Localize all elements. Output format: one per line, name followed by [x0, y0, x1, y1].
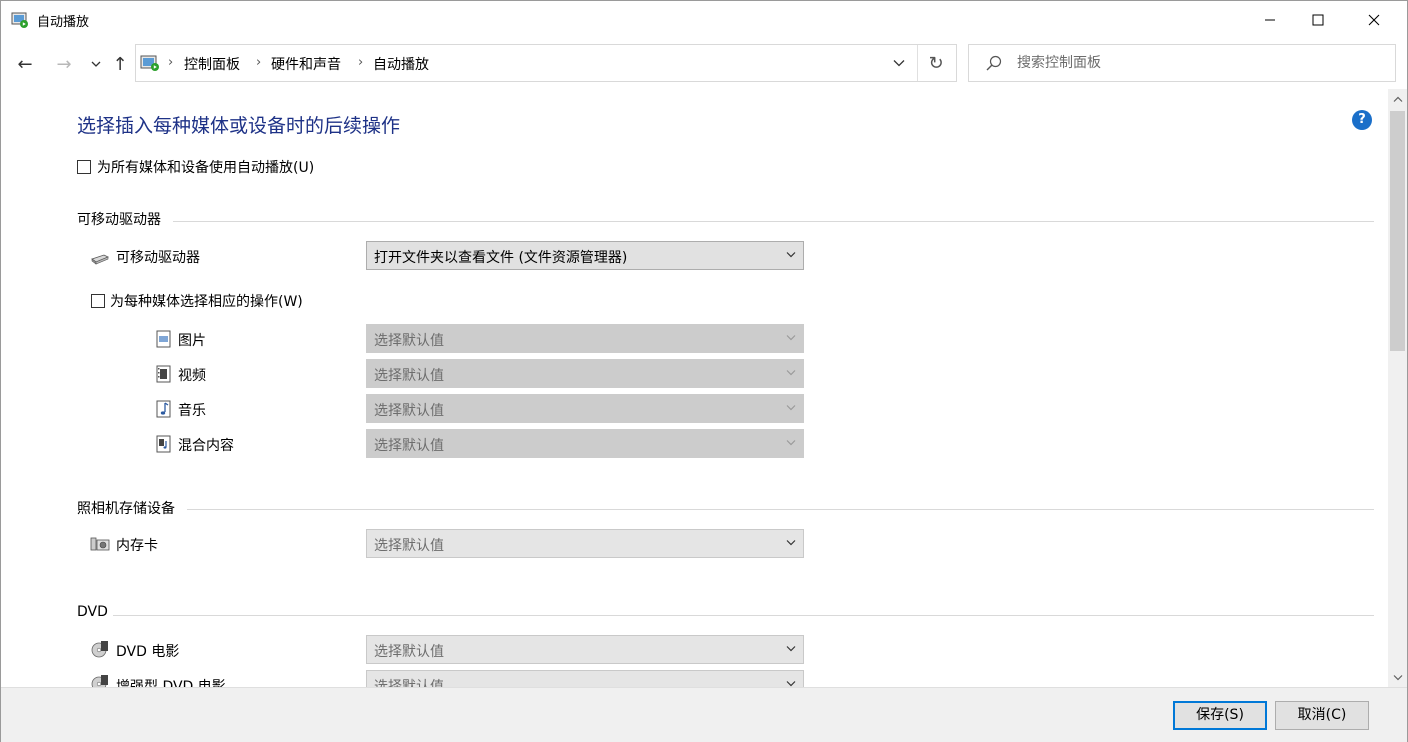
- dvd-icon: [91, 641, 108, 658]
- chevron-down-icon: [786, 370, 796, 376]
- page-title: 选择插入每种媒体或设备时的后续操作: [77, 115, 401, 137]
- help-icon[interactable]: ?: [1352, 110, 1372, 130]
- picture-icon: [156, 330, 171, 348]
- vertical-scrollbar[interactable]: [1388, 89, 1407, 687]
- section-divider: [187, 509, 1374, 510]
- maximize-button[interactable]: [1295, 1, 1341, 39]
- removable-drive-action-value: 打开文件夹以查看文件 (文件资源管理器): [374, 250, 628, 266]
- back-button[interactable]: ←: [14, 53, 36, 75]
- chevron-up-icon: [1393, 96, 1402, 102]
- memory-card-action-select[interactable]: 选择默认值: [366, 529, 804, 558]
- breadcrumb-separator: ›: [168, 55, 174, 70]
- mixed-content-action-value: 选择默认值: [374, 438, 444, 454]
- per-media-checkbox[interactable]: [91, 294, 105, 308]
- video-icon: [156, 365, 171, 383]
- navigation-bar: ← → ↑ › 控制面板 › 硬件和声音 › 自动播放 ↻ 搜索控制面板: [1, 39, 1407, 89]
- close-button[interactable]: [1351, 1, 1397, 39]
- chevron-down-icon: [786, 540, 796, 546]
- section-heading-dvd: DVD: [77, 604, 108, 620]
- media-label-videos: 视频: [178, 368, 206, 384]
- cancel-button[interactable]: 取消(C): [1275, 701, 1369, 730]
- enhanced-dvd-movie-action-value: 选择默认值: [374, 679, 444, 687]
- section-heading-removable: 可移动驱动器: [77, 212, 161, 228]
- videos-action-value: 选择默认值: [374, 368, 444, 384]
- music-icon: [156, 400, 171, 418]
- enhanced-dvd-movie-label: 增强型 DVD 电影: [116, 679, 226, 687]
- removable-drive-action-select[interactable]: 打开文件夹以查看文件 (文件资源管理器): [366, 241, 804, 270]
- section-heading-camera: 照相机存储设备: [77, 501, 175, 517]
- breadcrumb-separator: ›: [256, 55, 262, 70]
- title-bar: 自动播放: [1, 1, 1407, 39]
- dvd-movie-label: DVD 电影: [116, 644, 180, 660]
- search-box[interactable]: [968, 44, 1396, 82]
- control-panel-icon: [140, 55, 159, 71]
- search-icon: [986, 55, 1002, 71]
- memory-card-action-value: 选择默认值: [374, 538, 444, 554]
- dialog-footer: 保存(S) 取消(C): [1, 687, 1407, 742]
- chevron-down-icon: [786, 405, 796, 411]
- enhanced-dvd-movie-action-select[interactable]: 选择默认值: [366, 670, 804, 687]
- maximize-icon: [1312, 14, 1324, 26]
- videos-action-select[interactable]: 选择默认值: [366, 359, 804, 388]
- autoplay-window: 自动播放 ← → ↑ › 控制面板 › 硬件和声音 › 自动播放 ↻ 搜索控制面…: [0, 0, 1408, 742]
- minimize-icon: [1265, 19, 1275, 21]
- chevron-down-icon: [786, 335, 796, 341]
- save-button[interactable]: 保存(S): [1173, 701, 1267, 730]
- music-action-select[interactable]: 选择默认值: [366, 394, 804, 423]
- media-label-mixed: 混合内容: [178, 438, 234, 454]
- breadcrumb-control-panel[interactable]: 控制面板: [184, 54, 240, 74]
- up-button[interactable]: ↑: [109, 53, 131, 75]
- mixed-content-icon: [156, 435, 171, 453]
- memory-card-icon: [90, 537, 110, 551]
- mixed-content-action-select[interactable]: 选择默认值: [366, 429, 804, 458]
- forward-arrow-icon: →: [56, 53, 72, 75]
- dvd-icon: [91, 675, 108, 687]
- removable-drive-icon: [91, 254, 109, 265]
- use-autoplay-all-label[interactable]: 为所有媒体和设备使用自动播放(U): [97, 157, 314, 177]
- back-arrow-icon: ←: [17, 53, 33, 75]
- up-arrow-icon: ↑: [112, 53, 128, 75]
- recent-locations-button[interactable]: [85, 53, 107, 75]
- scroll-thumb[interactable]: [1390, 111, 1405, 351]
- chevron-down-icon: [1393, 674, 1402, 680]
- memory-card-label: 内存卡: [116, 538, 158, 554]
- pictures-action-value: 选择默认值: [374, 333, 444, 349]
- refresh-button[interactable]: ↻: [924, 52, 948, 74]
- per-media-label[interactable]: 为每种媒体选择相应的操作(W): [110, 291, 303, 311]
- chevron-down-icon: [893, 60, 905, 67]
- use-autoplay-all-checkbox[interactable]: [77, 160, 91, 174]
- pictures-action-select[interactable]: 选择默认值: [366, 324, 804, 353]
- autoplay-icon: [11, 12, 28, 28]
- minimize-button[interactable]: [1247, 1, 1293, 39]
- dvd-movie-action-value: 选择默认值: [374, 644, 444, 660]
- music-action-value: 选择默认值: [374, 403, 444, 419]
- window-title: 自动播放: [37, 15, 90, 30]
- forward-button[interactable]: →: [53, 53, 75, 75]
- chevron-down-icon: [786, 681, 796, 687]
- main-content: 选择插入每种媒体或设备时的后续操作 ? 为所有媒体和设备使用自动播放(U) 可移…: [1, 89, 1388, 687]
- breadcrumb-autoplay[interactable]: 自动播放: [373, 54, 429, 74]
- close-icon: [1368, 14, 1380, 26]
- chevron-down-icon: [91, 61, 101, 67]
- breadcrumb-hardware-sound[interactable]: 硬件和声音: [271, 54, 341, 74]
- scroll-down-button[interactable]: [1388, 667, 1407, 687]
- chevron-down-icon: [786, 252, 796, 258]
- removable-drive-label: 可移动驱动器: [116, 250, 200, 266]
- chevron-down-icon: [786, 646, 796, 652]
- breadcrumb-separator: ›: [358, 55, 364, 70]
- address-bar[interactable]: › 控制面板 › 硬件和声音 › 自动播放 ↻: [135, 44, 957, 82]
- search-input[interactable]: [1017, 53, 1377, 73]
- address-divider: [917, 45, 918, 81]
- section-divider: [113, 615, 1374, 616]
- chevron-down-icon: [786, 440, 796, 446]
- media-label-music: 音乐: [178, 403, 206, 419]
- address-dropdown-button[interactable]: [888, 53, 910, 73]
- scroll-up-button[interactable]: [1388, 89, 1407, 109]
- refresh-icon: ↻: [928, 52, 944, 74]
- media-label-pictures: 图片: [178, 333, 206, 349]
- dvd-movie-action-select[interactable]: 选择默认值: [366, 635, 804, 664]
- section-divider: [173, 221, 1374, 222]
